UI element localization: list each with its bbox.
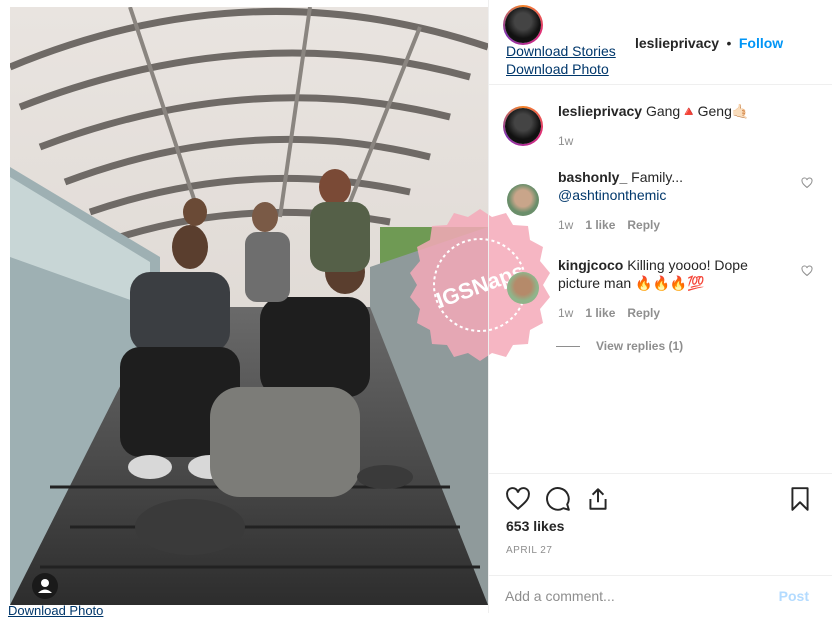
comment-meta: 1w 1 like Reply bbox=[558, 218, 660, 232]
header-avatar[interactable] bbox=[503, 5, 543, 45]
add-comment-input[interactable] bbox=[505, 588, 745, 604]
comment: bashonly_ Family... @ashtinonthemic bbox=[558, 168, 788, 204]
comment-avatar[interactable] bbox=[507, 272, 539, 304]
caption: leslieprivacy Gang🔺Geng🤙🏻 bbox=[558, 102, 788, 120]
comment-reply-button[interactable]: Reply bbox=[627, 218, 660, 232]
like-heart-icon[interactable] bbox=[505, 486, 531, 512]
comment-avatar[interactable] bbox=[507, 184, 539, 216]
caption-avatar[interactable] bbox=[503, 106, 543, 146]
comment-meta: 1w 1 like Reply bbox=[558, 306, 660, 320]
download-photo-link[interactable]: Download Photo bbox=[506, 61, 609, 77]
comment-text: Family... bbox=[631, 169, 683, 185]
post-comment-button[interactable]: Post bbox=[779, 588, 809, 604]
comment-time[interactable]: 1w bbox=[558, 218, 573, 232]
save-bookmark-icon[interactable] bbox=[787, 486, 813, 512]
comment-time[interactable]: 1w bbox=[558, 306, 573, 320]
download-stories-link[interactable]: Download Stories bbox=[506, 43, 616, 59]
post-actions: 653 likes APRIL 27 Post bbox=[489, 473, 832, 614]
post-side-panel: Download Stories Download Photo lesliepr… bbox=[488, 0, 832, 613]
header-username[interactable]: leslieprivacy bbox=[635, 35, 719, 51]
add-comment-bar: Post bbox=[489, 575, 832, 616]
view-replies-button[interactable]: View replies (1) bbox=[556, 339, 683, 353]
header-separator: • bbox=[726, 35, 732, 51]
user-tag-icon[interactable] bbox=[32, 573, 58, 599]
comment-likes[interactable]: 1 like bbox=[585, 306, 615, 320]
comment-username[interactable]: bashonly_ bbox=[558, 169, 627, 185]
follow-button[interactable]: Follow bbox=[739, 35, 783, 51]
comment-mention[interactable]: @ashtinonthemic bbox=[558, 187, 666, 203]
comment-likes[interactable]: 1 like bbox=[585, 218, 615, 232]
comment-username[interactable]: kingjcoco bbox=[558, 257, 623, 273]
caption-username[interactable]: leslieprivacy bbox=[558, 103, 642, 119]
post-date[interactable]: APRIL 27 bbox=[506, 545, 552, 556]
heart-icon[interactable] bbox=[801, 177, 813, 189]
comment: kingjcoco Killing yoooo! Dope picture ma… bbox=[558, 256, 788, 292]
caption-time[interactable]: 1w bbox=[558, 134, 573, 148]
caption-text: Gang🔺Geng🤙🏻 bbox=[645, 103, 750, 119]
download-photo-link-bottom[interactable]: Download Photo bbox=[8, 603, 103, 618]
likes-count[interactable]: 653 likes bbox=[506, 518, 564, 534]
comment-bubble-icon[interactable] bbox=[545, 486, 571, 512]
heart-icon[interactable] bbox=[801, 265, 813, 277]
share-icon[interactable] bbox=[585, 486, 611, 512]
comment-reply-button[interactable]: Reply bbox=[627, 306, 660, 320]
post-header: Download Stories Download Photo lesliepr… bbox=[489, 0, 832, 85]
